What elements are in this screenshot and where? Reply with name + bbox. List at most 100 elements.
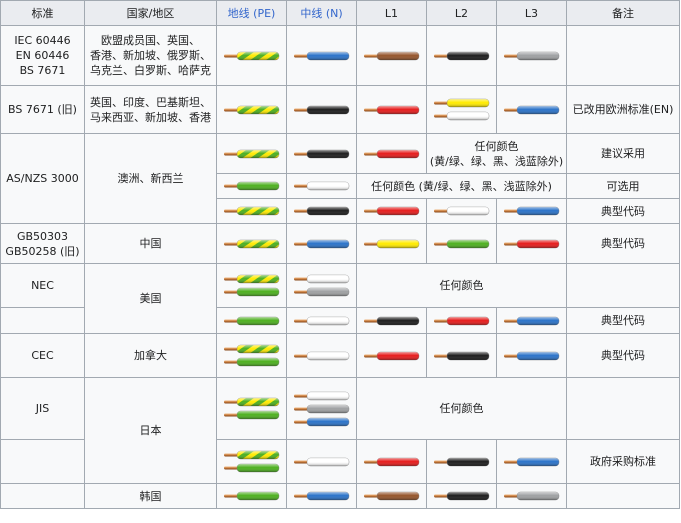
wire-cell [426, 25, 497, 86]
wire-cell [356, 333, 427, 378]
wire-cell [496, 25, 567, 86]
wire-cell [356, 85, 427, 134]
yellow-green-wire-icon [223, 239, 279, 248]
standard-empty [0, 439, 85, 484]
remarks-typical: 典型代码 [566, 198, 680, 224]
blue-wire-icon [503, 105, 559, 114]
white-wire-icon [293, 391, 349, 400]
gray-wire-icon [293, 287, 349, 297]
blue-wire-icon [503, 351, 559, 360]
standard-asnzs: AS/NZS 3000 [0, 133, 85, 224]
wire-cell [286, 439, 357, 484]
wire-group [287, 491, 356, 501]
green-wire-icon [223, 463, 279, 473]
white-wire-icon [433, 111, 489, 121]
black-wire-icon [433, 491, 489, 501]
wire-cell [356, 25, 427, 86]
red-wire-icon [433, 316, 489, 325]
wire-group [287, 316, 356, 326]
white-wire-icon [293, 274, 349, 284]
country-jp[interactable]: 日本 [84, 377, 217, 484]
wire-group [217, 397, 286, 420]
wire-group [287, 105, 356, 115]
wire-group [357, 51, 426, 61]
standard-jis: JIS [0, 377, 85, 440]
wire-cell [496, 483, 567, 509]
wire-cell [356, 133, 427, 174]
black-wire-icon [433, 51, 489, 60]
remarks-recommended: 建议采用 [566, 133, 680, 174]
country-iec[interactable]: 欧盟成员国、英国、 香港、新加坡、俄罗斯、 乌克兰、白罗斯、哈萨克 [84, 25, 217, 86]
wire-cell [496, 223, 567, 264]
wire-cell [216, 25, 287, 86]
country-us[interactable]: 美国 [84, 263, 217, 334]
country-kr[interactable]: 韩国 [84, 483, 217, 509]
white-wire-icon [293, 457, 349, 466]
wire-group [287, 351, 356, 361]
green-wire-icon [223, 181, 279, 191]
wire-group [287, 391, 356, 427]
wire-group [357, 239, 426, 249]
wire-cell [286, 133, 357, 174]
wire-group [217, 51, 286, 61]
brown-wire-icon [363, 51, 419, 60]
yellow-green-wire-icon [223, 206, 279, 216]
red-wire-icon [363, 149, 419, 158]
wire-cell [286, 85, 357, 134]
wire-group [427, 51, 496, 61]
wire-cell [286, 198, 357, 224]
wire-group [217, 206, 286, 216]
remarks-cell [566, 377, 680, 440]
header-neutral[interactable]: 中线 (N) [286, 0, 357, 26]
country-cn[interactable]: 中国 [84, 223, 217, 264]
header-remarks: 备注 [566, 0, 680, 26]
wire-cell [426, 85, 497, 134]
standard-nec: NEC [0, 263, 85, 308]
header-l2: L2 [426, 0, 497, 26]
wire-group [497, 316, 566, 326]
wire-cell [216, 483, 287, 509]
note-any-color-except-inline: 任何颜色 (黄/绿、绿、黑、浅蓝除外) [356, 173, 567, 199]
table-row: NEC 美国 任何颜色 [0, 263, 680, 334]
wire-group [497, 491, 566, 501]
wire-group [217, 181, 286, 191]
black-wire-icon [293, 206, 349, 216]
wire-group [427, 457, 496, 467]
country-ca[interactable]: 加拿大 [84, 333, 217, 378]
wire-group [217, 344, 286, 367]
white-wire-icon [293, 316, 349, 325]
wire-cell [286, 263, 357, 308]
wire-group [287, 457, 356, 467]
wire-group [217, 274, 286, 297]
wire-cell [216, 439, 287, 484]
yellow-green-wire-icon [223, 105, 279, 114]
blue-wire-icon [293, 491, 349, 501]
wire-cell [426, 307, 497, 334]
wire-cell [356, 198, 427, 224]
wire-cell [496, 198, 567, 224]
country-au[interactable]: 澳洲、新西兰 [84, 133, 217, 224]
wire-cell [356, 307, 427, 334]
remarks-typical: 典型代码 [566, 223, 680, 264]
header-pe[interactable]: 地线 (PE) [216, 0, 287, 26]
wire-color-table: 标准 国家/地区 地线 (PE) 中线 (N) L1 L2 L3 备注 IEC … [0, 0, 680, 509]
wire-group [217, 149, 286, 159]
wire-group [287, 206, 356, 216]
wire-group [497, 51, 566, 61]
wire-group [427, 206, 496, 216]
wire-group [357, 105, 426, 115]
wire-group [497, 105, 566, 115]
red-wire-icon [363, 105, 419, 114]
remarks-gov: 政府采购标准 [566, 439, 680, 484]
standard-empty [0, 307, 85, 334]
wire-cell [426, 483, 497, 509]
wire-group [357, 491, 426, 501]
table-row: AS/NZS 3000 澳洲、新西兰 任何颜色 (黄/绿、绿、黑、浅蓝除外) 建… [0, 133, 680, 224]
blue-wire-icon [293, 51, 349, 60]
table-row: CEC 加拿大 典型代码 [0, 333, 680, 378]
wire-group [287, 149, 356, 159]
wire-group [217, 316, 286, 326]
wire-cell [286, 25, 357, 86]
wire-group [497, 239, 566, 249]
country-bs-old[interactable]: 英国、印度、巴基斯坦、 马来西亚、新加坡、香港 [84, 85, 217, 134]
